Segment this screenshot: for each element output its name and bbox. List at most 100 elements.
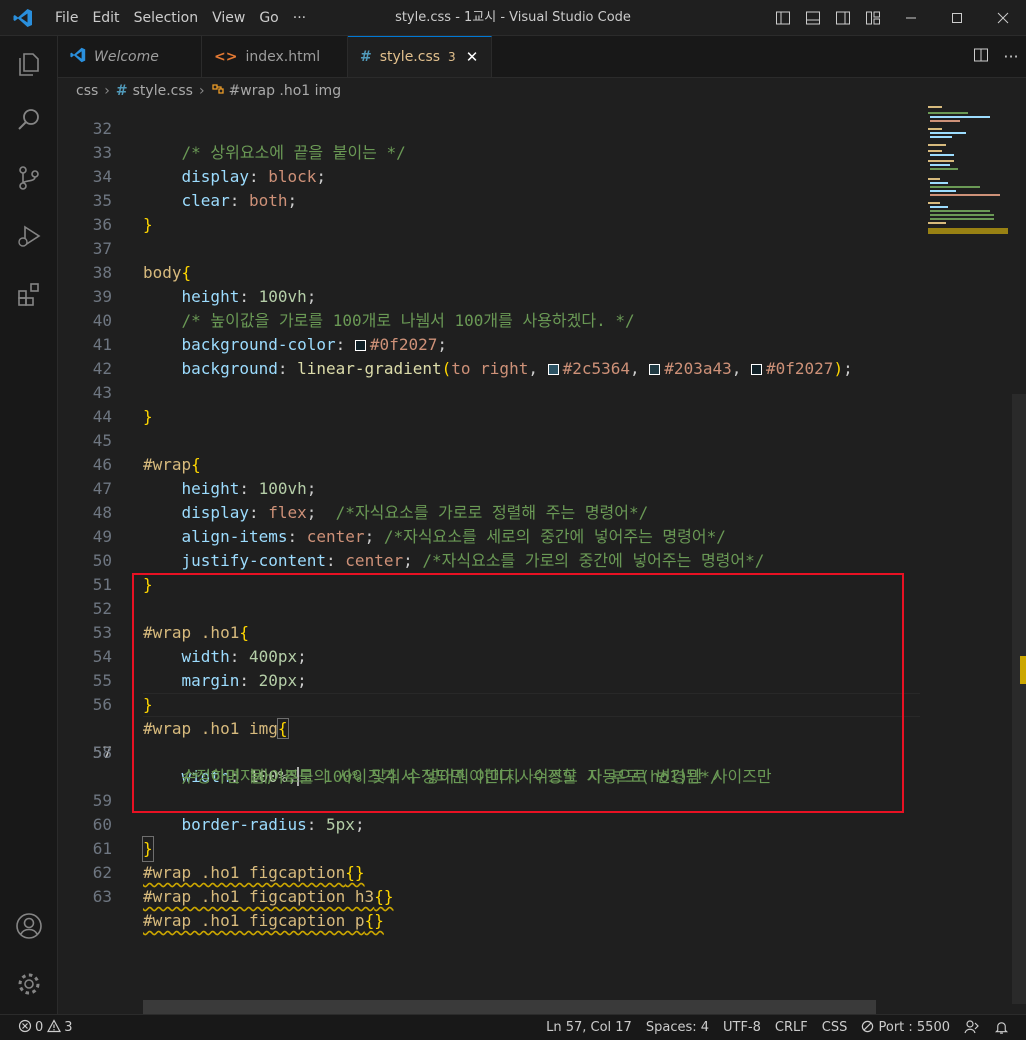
live-server-port[interactable]: Port : 5500 xyxy=(854,1020,957,1035)
css-icon: # xyxy=(360,49,372,65)
toggle-panel-icon[interactable] xyxy=(798,0,828,36)
symbol-class-icon xyxy=(211,82,225,100)
tab-style-css[interactable]: # style.css 3 ✕ xyxy=(348,36,492,77)
customize-layout-icon[interactable] xyxy=(858,0,888,36)
error-icon xyxy=(18,1019,32,1037)
chevron-right-icon: › xyxy=(198,83,205,99)
tab-index-html[interactable]: <> index.html xyxy=(202,36,348,77)
language-mode[interactable]: CSS xyxy=(815,1020,855,1035)
chevron-right-icon: › xyxy=(104,83,110,99)
end-of-line[interactable]: CRLF xyxy=(768,1020,815,1035)
account-icon[interactable] xyxy=(0,902,58,950)
code-line: 37 body{ xyxy=(92,239,192,282)
code-line: 42 xyxy=(92,359,112,378)
code-line: 49 justify-content: center; /*자식요소를 가로의 … xyxy=(92,527,765,570)
warning-marker xyxy=(1020,656,1026,684)
code-line: 46 height: 100vh; xyxy=(92,455,317,498)
toggle-primary-sidebar-icon[interactable] xyxy=(768,0,798,36)
code-line: 45 #wrap{ xyxy=(92,431,201,474)
minimap[interactable] xyxy=(920,104,1012,1014)
manage-gear-icon[interactable] xyxy=(0,960,58,1008)
toggle-secondary-sidebar-icon[interactable] xyxy=(828,0,858,36)
code-line: 53 width: 400px; xyxy=(92,623,307,666)
vscode-logo-icon xyxy=(12,7,34,29)
menu-more[interactable]: ··· xyxy=(286,10,313,26)
split-editor-icon[interactable] xyxy=(966,47,996,67)
code-line: 41 background: linear-gradient(to right,… xyxy=(92,335,853,378)
code-line: 35 } xyxy=(92,191,153,234)
extensions-icon[interactable] xyxy=(0,270,58,318)
code-line: 62 #wrap .ho1 figcaption h3{} xyxy=(92,863,394,906)
tab-welcome[interactable]: Welcome xyxy=(58,36,202,77)
menu-selection[interactable]: Selection xyxy=(127,10,206,26)
code-line: 63 #wrap .ho1 figcaption p{} xyxy=(92,887,384,930)
minimap-slider[interactable] xyxy=(928,228,1008,234)
breadcrumb-folder[interactable]: css xyxy=(76,83,98,99)
close-window-button[interactable] xyxy=(980,0,1026,36)
code-line-current: 57 width: 100%; xyxy=(58,693,920,786)
file-encoding[interactable]: UTF-8 xyxy=(716,1020,768,1035)
explorer-icon[interactable] xyxy=(0,40,58,88)
vscode-icon xyxy=(70,47,86,67)
tab-welcome-label: Welcome xyxy=(94,48,159,65)
code-line: 47 display: flex; /*자식요소를 가로로 정렬해 주는 명령어… xyxy=(92,479,649,522)
title-bar: File Edit Selection View Go ··· style.cs… xyxy=(0,0,1026,36)
circle-slash-icon xyxy=(861,1020,878,1035)
status-bar: 0 3 Ln 57, Col 17 Spaces: 4 UTF-8 CRLF C… xyxy=(0,1014,1026,1040)
code-line: 40 background-color: #0f2027; xyxy=(92,311,447,354)
code-line: 60 } xyxy=(58,789,920,862)
code-line: 34 clear: both; xyxy=(92,167,298,210)
code-line: 39 /* 높이값을 가로를 100개로 나뉌서 100개를 사용하겠다. */ xyxy=(92,287,635,330)
code-line: 38 height: 100vh; xyxy=(92,263,317,306)
breadcrumb-file[interactable]: style.css xyxy=(133,83,193,99)
menu-bar: File Edit Selection View Go ··· xyxy=(48,10,313,26)
menu-edit[interactable]: Edit xyxy=(85,10,126,26)
menu-view[interactable]: View xyxy=(205,10,252,26)
tab-index-html-label: index.html xyxy=(245,48,321,65)
search-icon[interactable] xyxy=(0,96,58,144)
vertical-scrollbar[interactable] xyxy=(1012,104,1026,1014)
problems-count-badge: 3 xyxy=(448,50,456,64)
notifications-bell-icon[interactable] xyxy=(987,1020,1016,1036)
code-line: 44 xyxy=(92,407,112,426)
breadcrumb-symbol[interactable]: #wrap .ho1 img xyxy=(229,83,342,99)
indentation[interactable]: Spaces: 4 xyxy=(639,1020,716,1035)
code-line: 48 align-items: center; /*자식요소를 세로의 중간에 … xyxy=(92,503,726,546)
tab-style-css-label: style.css xyxy=(379,49,441,65)
menu-go[interactable]: Go xyxy=(252,10,285,26)
css-icon: # xyxy=(115,83,128,99)
run-debug-icon[interactable] xyxy=(0,212,58,260)
close-tab-icon[interactable]: ✕ xyxy=(466,48,479,66)
code-line: 55 } xyxy=(92,671,153,714)
warning-count: 3 xyxy=(64,1020,73,1035)
html-icon: <> xyxy=(214,48,238,65)
error-count: 0 xyxy=(35,1020,44,1035)
editor-tabs: Welcome <> index.html # style.css 3 ✕ ··… xyxy=(58,36,1026,78)
code-line: 36 xyxy=(92,215,112,234)
menu-file[interactable]: File xyxy=(48,10,85,26)
code-line: 52 #wrap .ho1{ xyxy=(92,599,249,642)
cursor-position[interactable]: Ln 57, Col 17 xyxy=(539,1020,639,1035)
port-label: Port : 5500 xyxy=(878,1020,951,1035)
source-control-icon[interactable] xyxy=(0,154,58,202)
code-editor[interactable]: 32 /* 상위요소에 끝을 붙이는 */ 33 display: block;… xyxy=(58,104,920,1014)
breadcrumb: css › # style.css › #wrap .ho1 img xyxy=(58,78,1026,104)
code-line: 59 border-radius: 5px; xyxy=(92,791,365,834)
code-line-wrapped: 수정하면 됨, 부모의 사이즈가 수정되면 이미지사이즈도 자동으로 변경됨*/ xyxy=(181,767,720,786)
problems-status[interactable]: 0 3 xyxy=(0,1018,73,1037)
minimize-button[interactable] xyxy=(888,0,934,36)
code-line: 32 /* 상위요소에 끝을 붙이는 */ xyxy=(92,119,406,162)
code-line: 54 margin: 20px; xyxy=(92,647,307,690)
maximize-button[interactable] xyxy=(934,0,980,36)
code-line: 51 xyxy=(92,575,112,594)
horizontal-scrollbar[interactable] xyxy=(143,1000,876,1014)
vertical-scrollbar-thumb[interactable] xyxy=(1012,394,1026,1004)
code-line: 56 #wrap .ho1 img{ xyxy=(92,695,289,739)
code-line: 50 } xyxy=(92,551,153,594)
accounts-icon[interactable] xyxy=(957,1019,987,1036)
more-actions-icon[interactable]: ··· xyxy=(996,47,1026,66)
code-line: 58 /* 이미지사이즈를 100% 맞춰서 넣어줘야한다. 수정할 시 부모(… xyxy=(92,743,772,786)
code-line: 61 #wrap .ho1 figcaption{} xyxy=(92,839,365,882)
warning-icon xyxy=(47,1018,62,1037)
code-line: 43 } xyxy=(92,383,153,426)
